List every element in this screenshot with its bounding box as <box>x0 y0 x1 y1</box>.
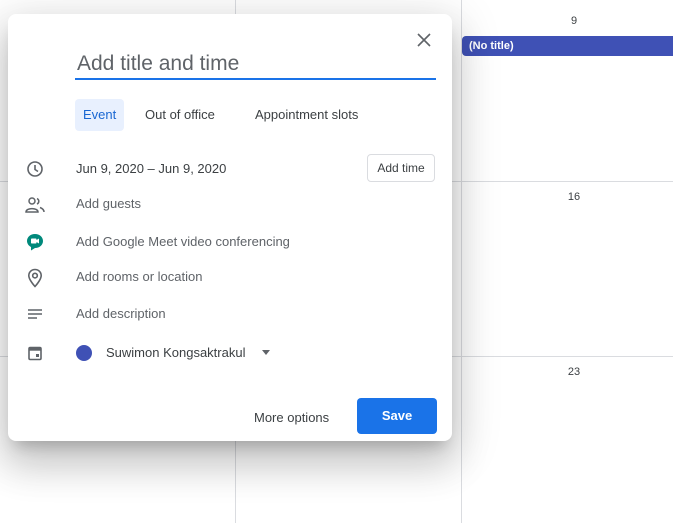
google-meet-icon <box>25 232 45 252</box>
close-button[interactable] <box>412 28 436 52</box>
tab-out-of-office[interactable]: Out of office <box>137 99 223 131</box>
calendar-selector[interactable]: Suwimon Kongsaktrakul <box>106 345 245 360</box>
day-number[interactable]: 9 <box>554 15 594 27</box>
quick-event-dialog: Event Out of office Appointment slots Ju… <box>8 14 452 441</box>
save-button[interactable]: Save <box>357 398 437 434</box>
tab-appointment-slots[interactable]: Appointment slots <box>247 99 366 131</box>
calendar-color-dot[interactable] <box>76 345 92 361</box>
add-location[interactable]: Add rooms or location <box>76 269 202 284</box>
title-input[interactable] <box>75 50 436 80</box>
chevron-down-icon[interactable] <box>262 350 270 355</box>
add-description[interactable]: Add description <box>76 306 166 321</box>
calendar-icon <box>25 343 45 363</box>
day-number[interactable]: 16 <box>554 191 594 203</box>
description-icon <box>25 304 45 324</box>
add-meet-conferencing[interactable]: Add Google Meet video conferencing <box>76 234 290 249</box>
add-guests[interactable]: Add guests <box>76 196 141 211</box>
more-options-button[interactable]: More options <box>244 400 339 436</box>
grid-divider <box>461 0 462 523</box>
tab-event[interactable]: Event <box>75 99 125 131</box>
add-time-button[interactable]: Add time <box>367 154 435 182</box>
people-icon <box>25 195 45 215</box>
calendar-view: 9 16 23 (No title) Event Out of office A… <box>0 0 673 523</box>
clock-icon <box>25 159 45 179</box>
day-number[interactable]: 23 <box>554 366 594 378</box>
close-icon <box>417 33 431 47</box>
date-range[interactable]: Jun 9, 2020 – Jun 9, 2020 <box>76 161 226 176</box>
location-icon <box>25 268 45 288</box>
event-chip[interactable]: (No title) <box>462 36 673 56</box>
